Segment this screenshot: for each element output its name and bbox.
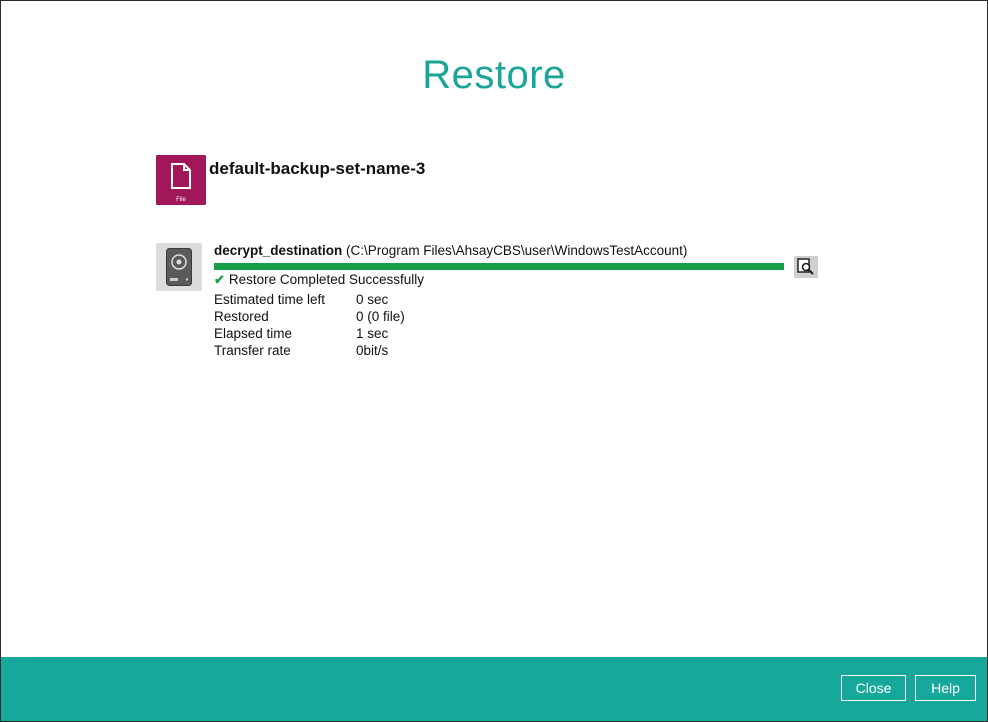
footer-bar: Close Help [1, 657, 987, 721]
magnify-document-icon [797, 258, 814, 275]
destination-path: (C:\Program Files\AhsayCBS\user\WindowsT… [346, 243, 688, 258]
stat-row-elapsed-time: Elapsed time 1 sec [214, 325, 405, 342]
hard-drive-icon [156, 243, 202, 291]
restore-window: Restore File default-backup-set-name-3 d… [0, 0, 988, 722]
stat-value: 0bit/s [356, 343, 389, 358]
restore-stats: Estimated time left 0 sec Restored 0 (0 fi… [214, 291, 405, 359]
file-icon-caption: File [176, 197, 186, 203]
file-icon: File [156, 155, 206, 205]
backup-set-name: default-backup-set-name-3 [209, 159, 426, 178]
restore-progress-fill [214, 263, 784, 270]
stat-value: 0 (0 file) [356, 309, 405, 324]
restore-status-text: Restore Completed Successfully [228, 272, 424, 287]
restore-status: ✔ Restore Completed Successfully [214, 272, 424, 288]
destination-name: decrypt_destination [214, 243, 343, 258]
stat-value: 0 sec [356, 292, 389, 307]
browse-restored-files-button[interactable] [794, 256, 818, 278]
destination-line: decrypt_destination (C:\Program Files\Ah… [214, 243, 687, 258]
stat-value: 1 sec [356, 326, 389, 341]
page-title: Restore [422, 53, 566, 97]
stat-row-transfer-rate: Transfer rate 0bit/s [214, 342, 405, 359]
stat-label: Restored [214, 309, 269, 324]
stat-label: Elapsed time [214, 326, 293, 341]
stat-label: Transfer rate [214, 343, 291, 358]
checkmark-icon: ✔ [214, 272, 225, 287]
close-button[interactable]: Close [841, 675, 906, 701]
restore-progress-bar [214, 263, 784, 270]
stat-row-restored: Restored 0 (0 file) [214, 308, 405, 325]
stat-label: Estimated time left [214, 292, 326, 307]
help-button[interactable]: Help [915, 675, 976, 701]
stat-row-estimated-time: Estimated time left 0 sec [214, 291, 405, 308]
